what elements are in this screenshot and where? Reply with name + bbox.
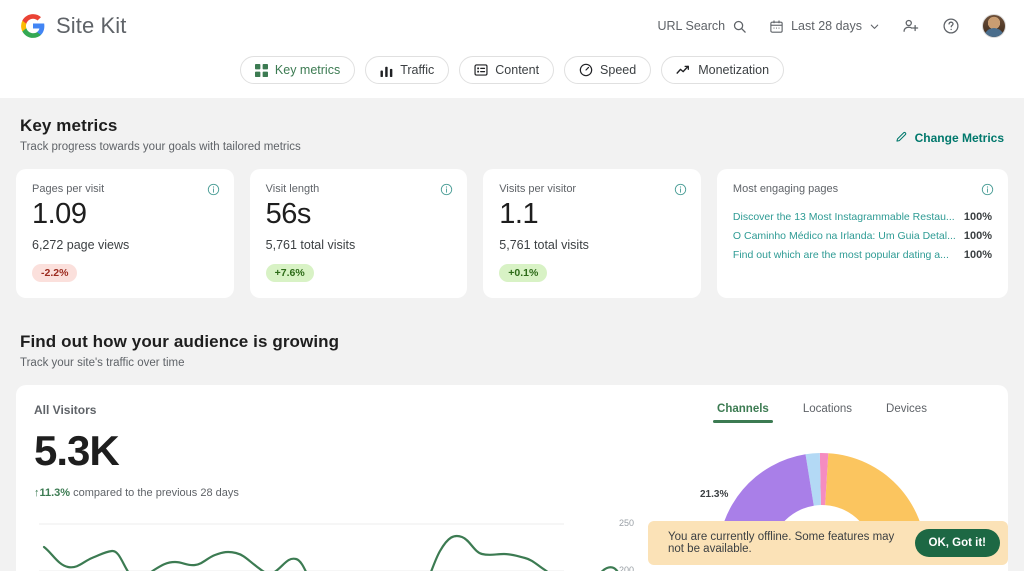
delta-value: 11.3% bbox=[40, 487, 71, 499]
key-metrics-header: Key metrics Track progress towards your … bbox=[16, 116, 1008, 153]
metric-subtext: 5,761 total visits bbox=[266, 238, 452, 252]
help-button[interactable] bbox=[942, 17, 960, 35]
add-user-icon bbox=[902, 17, 920, 35]
y-axis-tick: 200 bbox=[619, 565, 634, 571]
grid-squares-icon bbox=[255, 64, 268, 77]
list-item: Find out which are the most popular dati… bbox=[733, 249, 992, 261]
subtab-locations[interactable]: Locations bbox=[803, 403, 852, 423]
metric-cards: Pages per visit 1.09 6,272 page views -2… bbox=[16, 169, 1008, 298]
card-label: Visits per visitor bbox=[499, 183, 685, 195]
metric-card-visit-length: Visit length 56s 5,761 total visits +7.6… bbox=[250, 169, 468, 298]
all-visitors-label: All Visitors bbox=[34, 403, 636, 417]
subtab-label: Channels bbox=[717, 403, 769, 415]
tab-speed[interactable]: Speed bbox=[564, 56, 651, 84]
url-search-button[interactable]: URL Search bbox=[657, 19, 747, 34]
info-circle-icon[interactable] bbox=[674, 183, 687, 201]
primary-nav: Key metrics Traffic bbox=[0, 52, 1024, 98]
page-percentage: 100% bbox=[964, 230, 992, 242]
list-item: Discover the 13 Most Instagrammable Rest… bbox=[733, 211, 992, 223]
card-label: Pages per visit bbox=[32, 183, 218, 195]
tab-key-metrics[interactable]: Key metrics bbox=[240, 56, 355, 84]
app-root: Site Kit URL Search bbox=[0, 0, 1024, 571]
help-circle-icon bbox=[942, 17, 960, 35]
chevron-down-icon bbox=[869, 21, 880, 32]
tab-label: Monetization bbox=[698, 63, 769, 77]
google-g-logo bbox=[20, 13, 46, 39]
info-circle-icon[interactable] bbox=[207, 183, 220, 201]
gauge-icon bbox=[579, 63, 593, 77]
donut-slice-label: 21.3% bbox=[700, 489, 728, 500]
pencil-icon bbox=[895, 130, 908, 146]
all-visitors-value: 5.3K bbox=[34, 427, 636, 475]
subtab-devices[interactable]: Devices bbox=[886, 403, 927, 423]
metric-value: 1.09 bbox=[32, 199, 218, 231]
subtab-label: Devices bbox=[886, 403, 927, 415]
subtab-label: Locations bbox=[803, 403, 852, 415]
date-range-selector[interactable]: Last 28 days bbox=[769, 19, 880, 34]
change-metrics-label: Change Metrics bbox=[915, 131, 1004, 145]
tab-label: Traffic bbox=[400, 63, 434, 77]
page-percentage: 100% bbox=[964, 211, 992, 223]
page-link[interactable]: Discover the 13 Most Instagrammable Rest… bbox=[733, 211, 956, 223]
info-circle-icon[interactable] bbox=[440, 183, 453, 201]
trend-up-icon bbox=[676, 63, 691, 78]
calendar-icon bbox=[769, 19, 784, 34]
channel-subtabs: Channels Locations Devices bbox=[636, 403, 1008, 423]
audience-title: Find out how your audience is growing bbox=[20, 332, 339, 352]
metric-card-pages-per-visit: Pages per visit 1.09 6,272 page views -2… bbox=[16, 169, 234, 298]
list-item: O Caminho Médico na Irlanda: Um Guia Det… bbox=[733, 230, 992, 242]
audience-header: Find out how your audience is growing Tr… bbox=[16, 332, 1008, 369]
metric-subtext: 6,272 page views bbox=[32, 238, 218, 252]
toast-message: You are currently offline. Some features… bbox=[668, 531, 903, 555]
tab-label: Content bbox=[495, 63, 539, 77]
page-title: Key metrics bbox=[20, 116, 301, 136]
metric-value: 1.1 bbox=[499, 199, 685, 231]
url-search-label: URL Search bbox=[657, 19, 725, 33]
page-link[interactable]: Find out which are the most popular dati… bbox=[733, 249, 956, 261]
tab-monetization[interactable]: Monetization bbox=[661, 56, 784, 84]
tab-label: Key metrics bbox=[275, 63, 340, 77]
metric-value: 56s bbox=[266, 199, 452, 231]
subtab-channels[interactable]: Channels bbox=[717, 403, 769, 423]
bar-chart-icon bbox=[380, 64, 393, 77]
metric-subtext: 5,761 total visits bbox=[499, 238, 685, 252]
audience-subtitle: Track your site's traffic over time bbox=[20, 357, 339, 369]
y-axis-tick: 250 bbox=[619, 518, 634, 528]
add-user-button[interactable] bbox=[902, 17, 920, 35]
toast-dismiss-button[interactable]: OK, Got it! bbox=[915, 529, 1001, 557]
app-header: Site Kit URL Search bbox=[0, 0, 1024, 52]
status-badge: +7.6% bbox=[266, 264, 314, 282]
visitors-line-chart: 250 200 bbox=[34, 509, 634, 571]
brand-name: Site Kit bbox=[56, 13, 127, 39]
main-content: Key metrics Track progress towards your … bbox=[0, 98, 1024, 571]
offline-toast: You are currently offline. Some features… bbox=[648, 521, 1008, 565]
avatar[interactable] bbox=[982, 14, 1006, 38]
tab-traffic[interactable]: Traffic bbox=[365, 56, 449, 84]
card-label: Most engaging pages bbox=[733, 183, 992, 195]
visitors-delta: ↑11.3% compared to the previous 28 days bbox=[34, 487, 636, 499]
page-subtitle: Track progress towards your goals with t… bbox=[20, 141, 301, 153]
status-badge: -2.2% bbox=[32, 264, 77, 282]
page-link[interactable]: O Caminho Médico na Irlanda: Um Guia Det… bbox=[733, 230, 956, 242]
change-metrics-button[interactable]: Change Metrics bbox=[895, 116, 1004, 146]
list-box-icon bbox=[474, 63, 488, 77]
date-range-label: Last 28 days bbox=[791, 19, 862, 33]
tab-content[interactable]: Content bbox=[459, 56, 554, 84]
tab-label: Speed bbox=[600, 63, 636, 77]
info-circle-icon[interactable] bbox=[981, 183, 994, 201]
delta-text: compared to the previous 28 days bbox=[73, 487, 239, 499]
page-percentage: 100% bbox=[964, 249, 992, 261]
metric-card-visits-per-visitor: Visits per visitor 1.1 5,761 total visit… bbox=[483, 169, 701, 298]
header-actions: URL Search bbox=[657, 14, 1006, 38]
metric-card-most-engaging-pages: Most engaging pages Discover the 13 Most… bbox=[717, 169, 1008, 298]
engaging-pages-list: Discover the 13 Most Instagrammable Rest… bbox=[733, 211, 992, 261]
status-badge: +0.1% bbox=[499, 264, 547, 282]
visitors-summary: All Visitors 5.3K ↑11.3% compared to the… bbox=[16, 385, 636, 571]
search-icon bbox=[732, 19, 747, 34]
brand[interactable]: Site Kit bbox=[20, 13, 127, 39]
card-label: Visit length bbox=[266, 183, 452, 195]
